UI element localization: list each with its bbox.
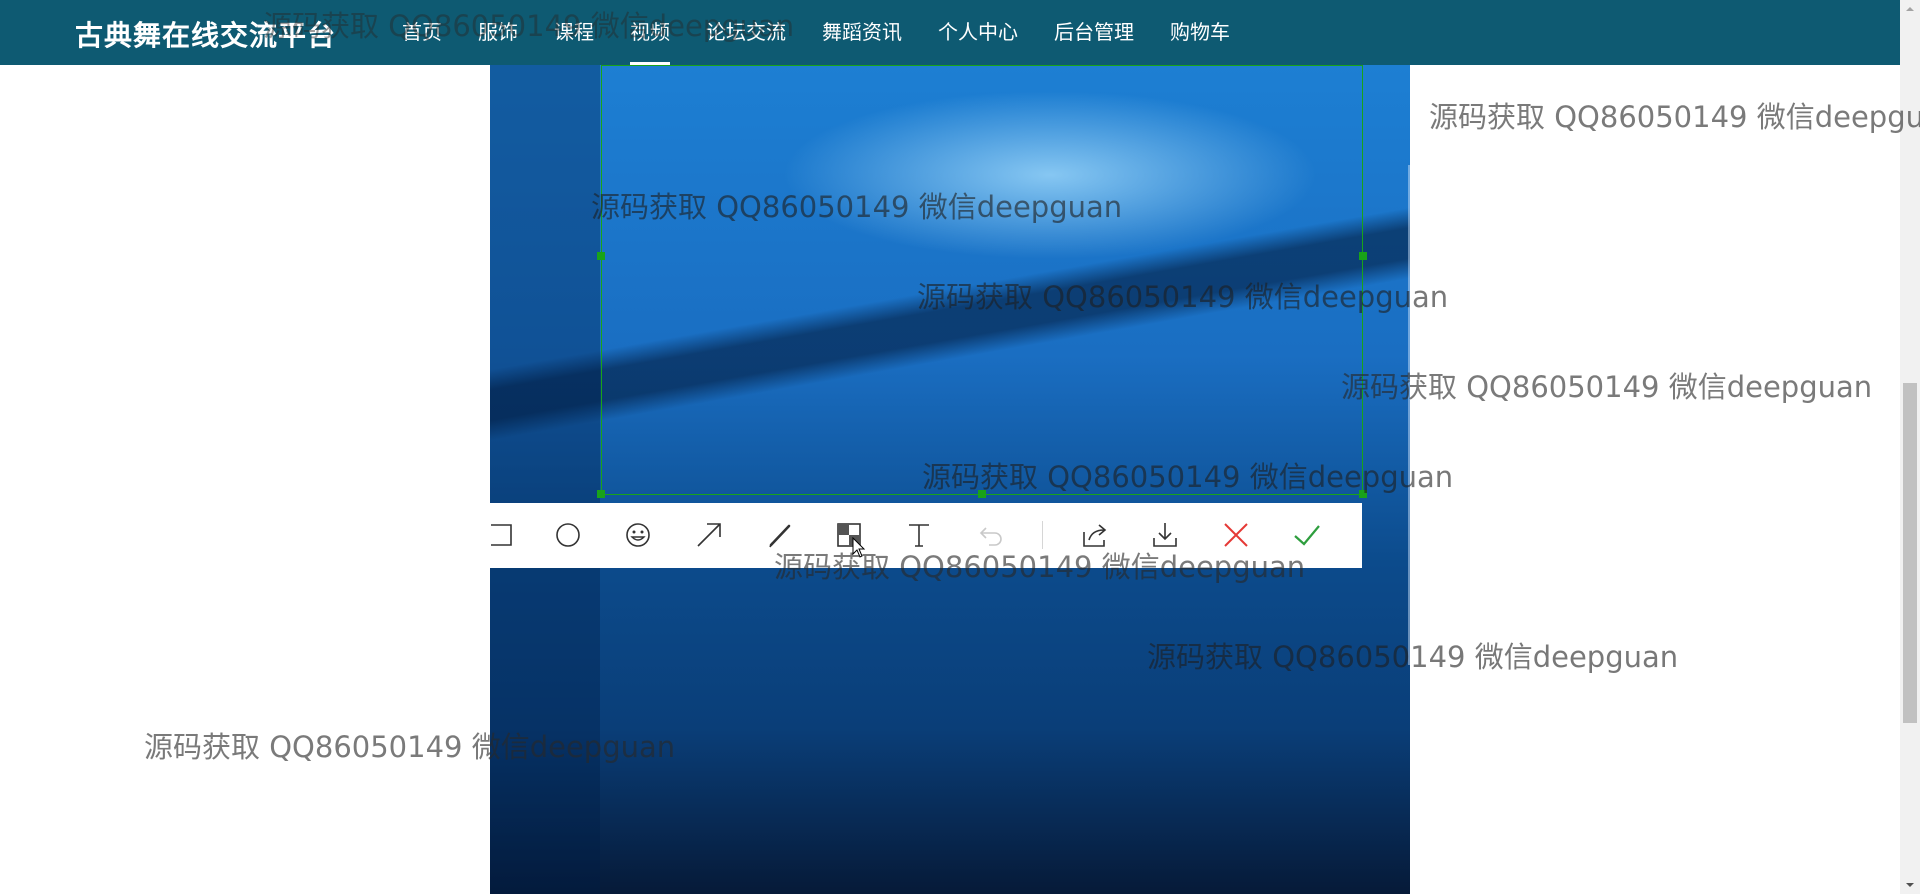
- confirm-icon: [1294, 525, 1320, 546]
- download-tool[interactable]: [1149, 519, 1181, 551]
- rectangle-icon: [491, 524, 512, 546]
- text-tool[interactable]: [903, 519, 935, 551]
- page: 古典舞在线交流平台 首页 服饰 课程 视频 论坛交流 舞蹈资讯 个人中心 后台管…: [0, 0, 1920, 894]
- share-tool[interactable]: [1079, 519, 1111, 551]
- capture-toolbar: [490, 503, 1362, 568]
- ellipse-icon: [556, 523, 580, 547]
- nav-personal-center[interactable]: 个人中心: [938, 0, 1018, 65]
- watermark-text: 源码获取 QQ86050149 微信deepguan: [1429, 100, 1920, 134]
- video-light-edge: [1408, 165, 1410, 665]
- emoji-icon: [626, 523, 650, 547]
- nav-courses[interactable]: 课程: [554, 0, 594, 65]
- arrow-tool[interactable]: [693, 519, 725, 551]
- arrow-icon: [697, 523, 721, 547]
- scroll-down-icon[interactable]: [1900, 876, 1920, 894]
- pen-icon: [769, 524, 791, 548]
- capture-selection[interactable]: [601, 65, 1363, 495]
- close-icon: [1224, 523, 1248, 547]
- nav-dance-news[interactable]: 舞蹈资讯: [822, 0, 902, 65]
- pen-tool[interactable]: [764, 519, 796, 551]
- undo-icon: [979, 527, 1002, 546]
- share-icon: [1083, 524, 1107, 547]
- nav-cart[interactable]: 购物车: [1170, 0, 1230, 65]
- ellipse-tool[interactable]: [552, 519, 584, 551]
- scrollbar-thumb[interactable]: [1903, 383, 1917, 723]
- selection-handle-left[interactable]: [597, 252, 605, 260]
- top-navbar: 古典舞在线交流平台 首页 服饰 课程 视频 论坛交流 舞蹈资讯 个人中心 后台管…: [0, 0, 1900, 65]
- main-nav: 首页 服饰 课程 视频 论坛交流 舞蹈资讯 个人中心 后台管理 购物车: [402, 0, 1266, 65]
- confirm-capture-button[interactable]: [1291, 519, 1323, 551]
- emoji-tool[interactable]: [622, 519, 654, 551]
- page-scrollbar[interactable]: [1900, 0, 1920, 894]
- scroll-up-icon[interactable]: [1900, 0, 1920, 18]
- watermark-text: 源码获取 QQ86050149 微信deepguan: [1341, 370, 1873, 404]
- selection-handle-bottom-left[interactable]: [597, 490, 605, 498]
- rectangle-tool[interactable]: [490, 519, 522, 551]
- nav-videos[interactable]: 视频: [630, 0, 670, 65]
- nav-costumes[interactable]: 服饰: [478, 0, 518, 65]
- site-brand[interactable]: 古典舞在线交流平台: [75, 14, 336, 54]
- selection-handle-bottom-right[interactable]: [1359, 490, 1367, 498]
- undo-tool[interactable]: [976, 519, 1008, 551]
- nav-admin[interactable]: 后台管理: [1054, 0, 1134, 65]
- video-shadow-band: [490, 65, 600, 894]
- cancel-capture-button[interactable]: [1220, 519, 1252, 551]
- text-icon: [909, 524, 929, 547]
- download-icon: [1153, 523, 1177, 547]
- selection-handle-bottom[interactable]: [978, 490, 986, 498]
- toolbar-separator: [1042, 521, 1043, 549]
- nav-forum[interactable]: 论坛交流: [706, 0, 786, 65]
- mouse-cursor-icon: [852, 537, 866, 558]
- nav-home[interactable]: 首页: [402, 0, 442, 65]
- selection-handle-right[interactable]: [1359, 252, 1367, 260]
